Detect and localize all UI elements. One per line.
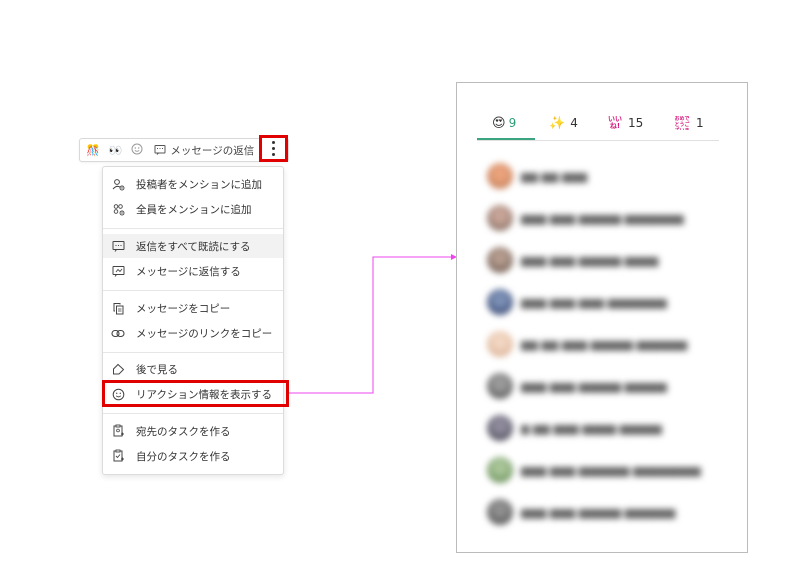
menu-item-mention-all[interactable]: 全員をメンションに追加 xyxy=(103,197,283,221)
menu-item-label: リアクション情報を表示する xyxy=(136,388,272,401)
avatar xyxy=(487,331,513,357)
sparkles-emoji-icon: ✨ xyxy=(549,115,566,131)
list-item: ▆▆ ▆▆ ▆▆▆ xyxy=(487,161,717,191)
menu-item-create-task-self[interactable]: 自分のタスクを作る xyxy=(103,444,283,468)
avatar xyxy=(487,247,513,273)
group-mention-icon xyxy=(111,202,125,216)
blurred-name: ▆ ▆▆ ▆▆▆ ▆▆▆▆ ▆▆▆▆▆ xyxy=(521,421,662,435)
list-item: ▆▆▆ ▆▆▆ ▆▆▆ ▆▆▆▆▆▆▆ xyxy=(487,287,717,317)
menu-item-mention-author[interactable]: 投稿者をメンションに追加 xyxy=(103,172,283,196)
copy-icon xyxy=(111,301,125,315)
iine-stamp-icon: いいね! xyxy=(608,115,622,130)
blurred-name: ▆▆▆ ▆▆▆ ▆▆▆▆▆ ▆▆▆▆▆▆ xyxy=(521,505,676,519)
blurred-name: ▆▆▆ ▆▆▆ ▆▆▆ ▆▆▆▆▆▆▆ xyxy=(521,295,667,309)
list-item: ▆▆▆ ▆▆▆ ▆▆▆▆▆ ▆▆▆▆▆▆ xyxy=(487,497,717,527)
reaction-emoji-eyes[interactable]: 👀 xyxy=(109,145,123,156)
menu-item-label: メッセージに返信する xyxy=(136,265,241,278)
add-reaction-icon[interactable] xyxy=(131,143,143,157)
menu-item-label: メッセージをコピー xyxy=(136,302,231,315)
menu-item-label: メッセージのリンクをコピー xyxy=(136,327,273,340)
reaction-tabs: 😍 9 ✨ 4 いいね! 15 おめでとうございます 1 xyxy=(477,109,719,141)
person-mention-icon xyxy=(111,177,125,191)
menu-divider xyxy=(103,413,283,414)
reaction-info-panel: 😍 9 ✨ 4 いいね! 15 おめでとうございます 1 ▆▆ ▆▆ ▆▆▆ ▆… xyxy=(456,82,748,553)
reply-message-icon xyxy=(111,264,125,278)
tab-divider xyxy=(477,140,719,141)
heart-eyes-emoji-icon: 😍 xyxy=(492,115,506,131)
tab-reaction-heart-eyes[interactable]: 😍 9 xyxy=(492,109,516,137)
blurred-name: ▆▆▆ ▆▆▆ ▆▆▆▆▆ ▆▆▆▆ xyxy=(521,253,659,267)
tab-reaction-sparkles[interactable]: ✨ 4 xyxy=(549,109,578,137)
list-item: ▆▆ ▆▆ ▆▆▆ ▆▆▆▆▆ ▆▆▆▆▆▆ xyxy=(487,329,717,359)
avatar xyxy=(487,373,513,399)
reply-all-icon xyxy=(111,239,125,253)
menu-item-watch-later[interactable]: 後で見る xyxy=(103,357,283,381)
list-item: ▆▆▆ ▆▆▆ ▆▆▆▆▆ ▆▆▆▆▆ xyxy=(487,371,717,401)
avatar xyxy=(487,457,513,483)
message-context-menu: 投稿者をメンションに追加 全員をメンションに追加 返信をすべて既読にする メッセ… xyxy=(102,166,284,475)
reaction-count: 15 xyxy=(628,116,644,130)
menu-item-mark-replies-read[interactable]: 返信をすべて既読にする xyxy=(103,234,283,258)
blurred-name: ▆▆ ▆▆ ▆▆▆ xyxy=(521,169,588,183)
avatar xyxy=(487,415,513,441)
avatar xyxy=(487,163,513,189)
menu-item-label: 全員をメンションに追加 xyxy=(136,203,252,216)
list-item: ▆▆▆ ▆▆▆ ▆▆▆▆▆▆ ▆▆▆▆▆▆▆▆ xyxy=(487,455,717,485)
avatar xyxy=(487,289,513,315)
message-action-toolbar: 🎊 👀 メッセージの返信 xyxy=(79,138,289,162)
blurred-name: ▆▆ ▆▆ ▆▆▆ ▆▆▆▆▆ ▆▆▆▆▆▆ xyxy=(521,337,688,351)
task-to-recipient-icon xyxy=(111,424,125,438)
tab-reaction-iine[interactable]: いいね! 15 xyxy=(607,109,643,137)
tab-reaction-omedetou[interactable]: おめでとうございます 1 xyxy=(673,109,704,137)
list-item: ▆ ▆▆ ▆▆▆ ▆▆▆▆ ▆▆▆▆▆ xyxy=(487,413,717,443)
menu-item-show-reactions[interactable]: リアクション情報を表示する xyxy=(103,382,283,406)
avatar xyxy=(487,205,513,231)
blurred-name: ▆▆▆ ▆▆▆ ▆▆▆▆▆▆ ▆▆▆▆▆▆▆▆ xyxy=(521,463,701,477)
menu-item-create-task-recipient[interactable]: 宛先のタスクを作る xyxy=(103,419,283,443)
reaction-count: 1 xyxy=(696,116,704,130)
vertical-ellipsis-icon xyxy=(272,141,275,156)
menu-item-label: 宛先のタスクを作る xyxy=(136,425,231,438)
smile-icon xyxy=(111,387,125,401)
menu-item-label: 後で見る xyxy=(136,363,178,376)
list-item: ▆▆▆ ▆▆▆ ▆▆▆▆▆ ▆▆▆▆ xyxy=(487,245,717,275)
blurred-name: ▆▆▆ ▆▆▆ ▆▆▆▆▆ ▆▆▆▆▆ xyxy=(521,379,667,393)
reaction-emoji-celebration[interactable]: 🎊 xyxy=(86,145,100,156)
link-icon xyxy=(111,326,125,340)
task-self-icon xyxy=(111,449,125,463)
list-item: ▆▆▆ ▆▆▆ ▆▆▆▆▆ ▆▆▆▆▆▆▆ xyxy=(487,203,717,233)
menu-divider xyxy=(103,228,283,229)
menu-item-label: 投稿者をメンションに追加 xyxy=(136,178,262,191)
menu-item-reply-to-message[interactable]: メッセージに返信する xyxy=(103,259,283,283)
menu-item-copy-message[interactable]: メッセージをコピー xyxy=(103,296,283,320)
menu-item-label: 返信をすべて既読にする xyxy=(136,240,251,253)
avatar xyxy=(487,499,513,525)
reply-message-icon xyxy=(154,144,166,156)
active-tab-indicator xyxy=(477,138,535,140)
omedetou-stamp-icon: おめでとうございます xyxy=(674,116,690,130)
tag-icon xyxy=(111,362,125,376)
reaction-count: 4 xyxy=(570,116,578,130)
menu-divider xyxy=(103,352,283,353)
reaction-count: 9 xyxy=(508,116,517,130)
menu-divider xyxy=(103,290,283,291)
more-actions-button[interactable] xyxy=(259,135,288,162)
menu-item-label: 自分のタスクを作る xyxy=(136,450,231,463)
menu-item-copy-link[interactable]: メッセージのリンクをコピー xyxy=(103,321,283,345)
blurred-name: ▆▆▆ ▆▆▆ ▆▆▆▆▆ ▆▆▆▆▆▆▆ xyxy=(521,211,684,225)
reply-button-label[interactable]: メッセージの返信 xyxy=(170,143,254,158)
